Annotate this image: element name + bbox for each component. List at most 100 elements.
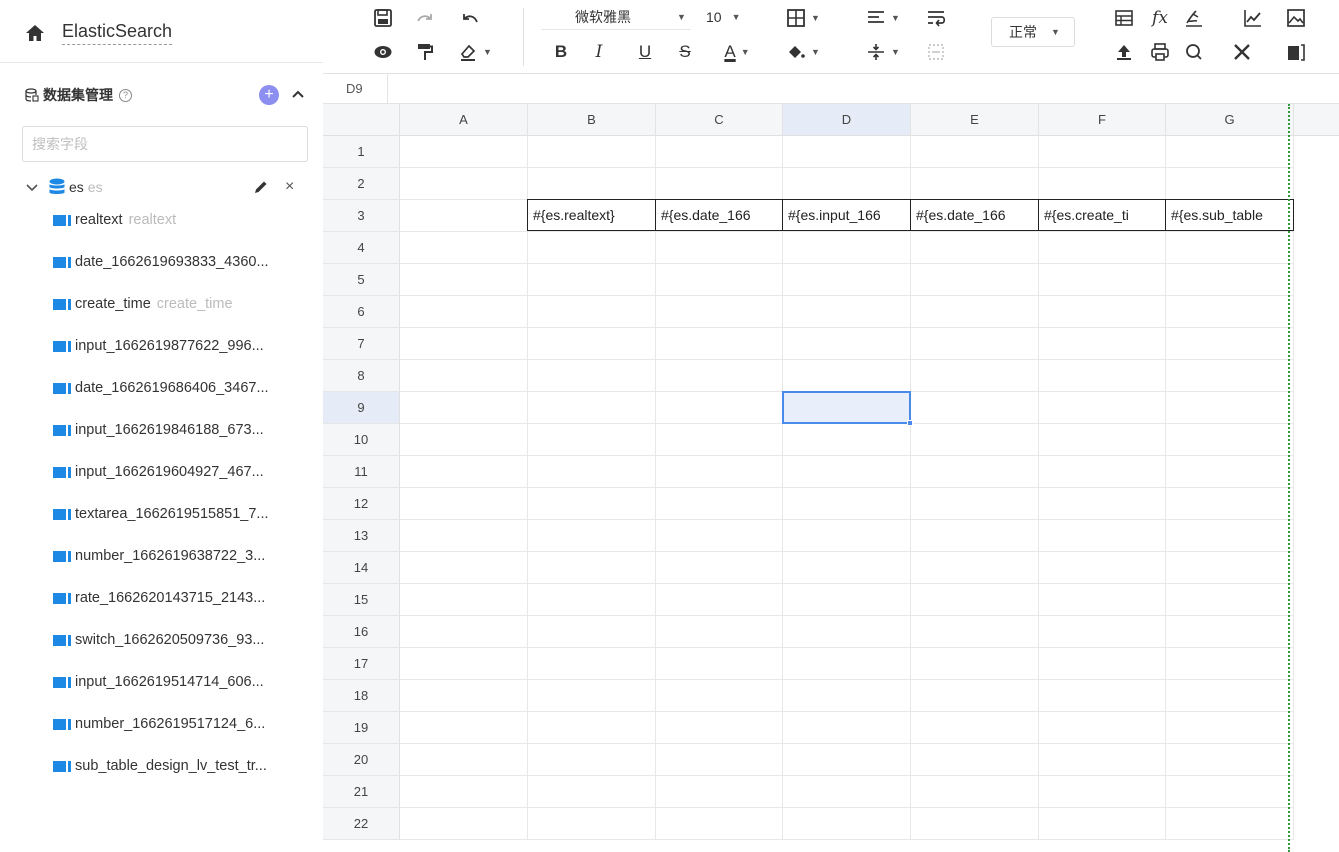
row-header[interactable]: 15 <box>323 584 400 616</box>
upload-button[interactable] <box>1111 40 1137 64</box>
template-cell[interactable]: #{es.date_166 <box>655 199 783 231</box>
template-cell[interactable]: #{es.realtext} <box>527 199 656 231</box>
row-header[interactable]: 13 <box>323 520 400 552</box>
insert-table-button[interactable] <box>1111 6 1137 30</box>
row-header[interactable]: 22 <box>323 808 400 840</box>
row-header[interactable]: 18 <box>323 680 400 712</box>
row-header[interactable]: 17 <box>323 648 400 680</box>
insert-image-button[interactable] <box>1283 6 1309 30</box>
italic-button[interactable]: I <box>589 40 609 64</box>
app-title[interactable]: ElasticSearch <box>62 21 173 45</box>
field-item[interactable]: number_1662619638722_3... <box>53 545 303 567</box>
borders-button[interactable]: ▼ <box>783 6 823 30</box>
field-item[interactable]: date_1662619686406_3467... <box>53 377 303 399</box>
signature-button[interactable] <box>1181 6 1207 30</box>
row-header[interactable]: 5 <box>323 264 400 296</box>
row-header[interactable]: 12 <box>323 488 400 520</box>
field-item[interactable]: create_time create_time <box>53 293 303 315</box>
font-size-select[interactable]: 10 ▼ <box>706 4 766 30</box>
field-name: input_1662619877622_996... <box>75 338 264 354</box>
datasource-node[interactable]: es es × <box>25 176 310 198</box>
vertical-align-button[interactable]: ▼ <box>863 40 903 64</box>
field-item[interactable]: input_1662619514714_606... <box>53 671 303 693</box>
row-header[interactable]: 8 <box>323 360 400 392</box>
field-item[interactable]: number_1662619517124_6... <box>53 713 303 735</box>
caret-down-icon: ▼ <box>1051 27 1060 37</box>
field-item[interactable]: input_1662619877622_996... <box>53 335 303 357</box>
home-icon[interactable] <box>25 23 45 43</box>
font-family-select[interactable]: 微软雅黑 ▼ <box>541 4 691 30</box>
font-color-button[interactable]: A ▼ <box>715 40 759 64</box>
brand[interactable]: ElasticSearch <box>25 18 173 48</box>
preview-button[interactable] <box>371 40 395 64</box>
field-name: switch_1662620509736_93... <box>75 632 265 648</box>
column-header[interactable]: A <box>400 104 528 136</box>
cell-reference[interactable]: D9 <box>323 74 388 104</box>
row-header[interactable]: 2 <box>323 168 400 200</box>
print-button[interactable] <box>1147 40 1173 64</box>
edit-icon[interactable] <box>253 179 269 195</box>
close-icon[interactable]: × <box>285 178 294 196</box>
chevron-down-icon[interactable] <box>25 180 39 194</box>
row-header[interactable]: 16 <box>323 616 400 648</box>
column-header[interactable]: E <box>911 104 1039 136</box>
text-style-select[interactable]: 正常 ▼ <box>991 17 1075 47</box>
row-header[interactable]: 9 <box>323 392 400 424</box>
undo-icon[interactable] <box>458 6 482 30</box>
search-button[interactable] <box>1181 40 1207 64</box>
redo-icon[interactable] <box>413 6 437 30</box>
fill-color-button[interactable]: ▼ <box>783 40 823 64</box>
template-cell[interactable]: #{es.date_166 <box>910 199 1039 231</box>
wrap-text-button[interactable] <box>921 6 951 30</box>
row-header[interactable]: 4 <box>323 232 400 264</box>
row-header[interactable]: 6 <box>323 296 400 328</box>
field-item[interactable]: switch_1662620509736_93... <box>53 629 303 651</box>
column-header[interactable]: G <box>1166 104 1294 136</box>
row-header[interactable]: 10 <box>323 424 400 456</box>
align-button[interactable]: ▼ <box>863 6 903 30</box>
column-header[interactable] <box>1294 104 1339 136</box>
column-header[interactable]: B <box>528 104 656 136</box>
function-icon[interactable]: fx <box>1147 6 1173 30</box>
field-item[interactable]: sub_table_design_lv_test_tr... <box>53 755 303 777</box>
field-item[interactable]: date_1662619693833_4360... <box>53 251 303 273</box>
save-icon[interactable] <box>371 6 395 30</box>
row-header[interactable]: 19 <box>323 712 400 744</box>
field-item[interactable]: textarea_1662619515851_7... <box>53 503 303 525</box>
template-cell[interactable]: #{es.sub_table <box>1165 199 1294 231</box>
column-header[interactable]: D <box>783 104 911 136</box>
row-header[interactable]: 20 <box>323 744 400 776</box>
template-cell[interactable]: #{es.input_166 <box>782 199 911 231</box>
column-header[interactable]: F <box>1039 104 1166 136</box>
row-header[interactable]: 14 <box>323 552 400 584</box>
chevron-up-icon[interactable] <box>290 86 306 102</box>
field-item[interactable]: rate_1662620143715_2143... <box>53 587 303 609</box>
template-cell[interactable]: #{es.create_ti <box>1038 199 1166 231</box>
spreadsheet-grid[interactable]: ABCDEFG 1 2 3 4 5 6 7 8 9 10 11 12 13 14 15 16 17 18 19 20 2… <box>323 104 1339 852</box>
freeze-button[interactable] <box>1283 40 1309 64</box>
strikethrough-button[interactable]: S <box>675 40 695 64</box>
column-header[interactable]: C <box>656 104 783 136</box>
selected-cell[interactable] <box>782 391 911 424</box>
formula-bar[interactable]: D9 <box>323 74 1339 104</box>
insert-chart-button[interactable] <box>1240 6 1266 30</box>
merge-cells-button[interactable] <box>921 40 951 64</box>
field-search-input[interactable] <box>22 126 308 162</box>
format-painter-button[interactable] <box>413 40 437 64</box>
field-item[interactable]: input_1662619846188_673... <box>53 419 303 441</box>
select-all-corner[interactable] <box>323 104 400 136</box>
field-item[interactable]: realtext realtext <box>53 209 303 231</box>
row-header[interactable]: 3 <box>323 200 400 232</box>
fill-handle[interactable] <box>907 420 913 426</box>
settings-button[interactable] <box>1229 40 1255 64</box>
underline-button[interactable]: U <box>635 40 655 64</box>
row-header[interactable]: 7 <box>323 328 400 360</box>
bold-button[interactable]: B <box>551 40 571 64</box>
question-circle-icon[interactable]: ? <box>119 88 132 102</box>
row-header[interactable]: 21 <box>323 776 400 808</box>
clear-format-button[interactable]: ▼ <box>453 40 497 64</box>
field-item[interactable]: input_1662619604927_467... <box>53 461 303 483</box>
row-header[interactable]: 1 <box>323 136 400 168</box>
row-header[interactable]: 11 <box>323 456 400 488</box>
add-dataset-button[interactable]: + <box>259 85 279 105</box>
